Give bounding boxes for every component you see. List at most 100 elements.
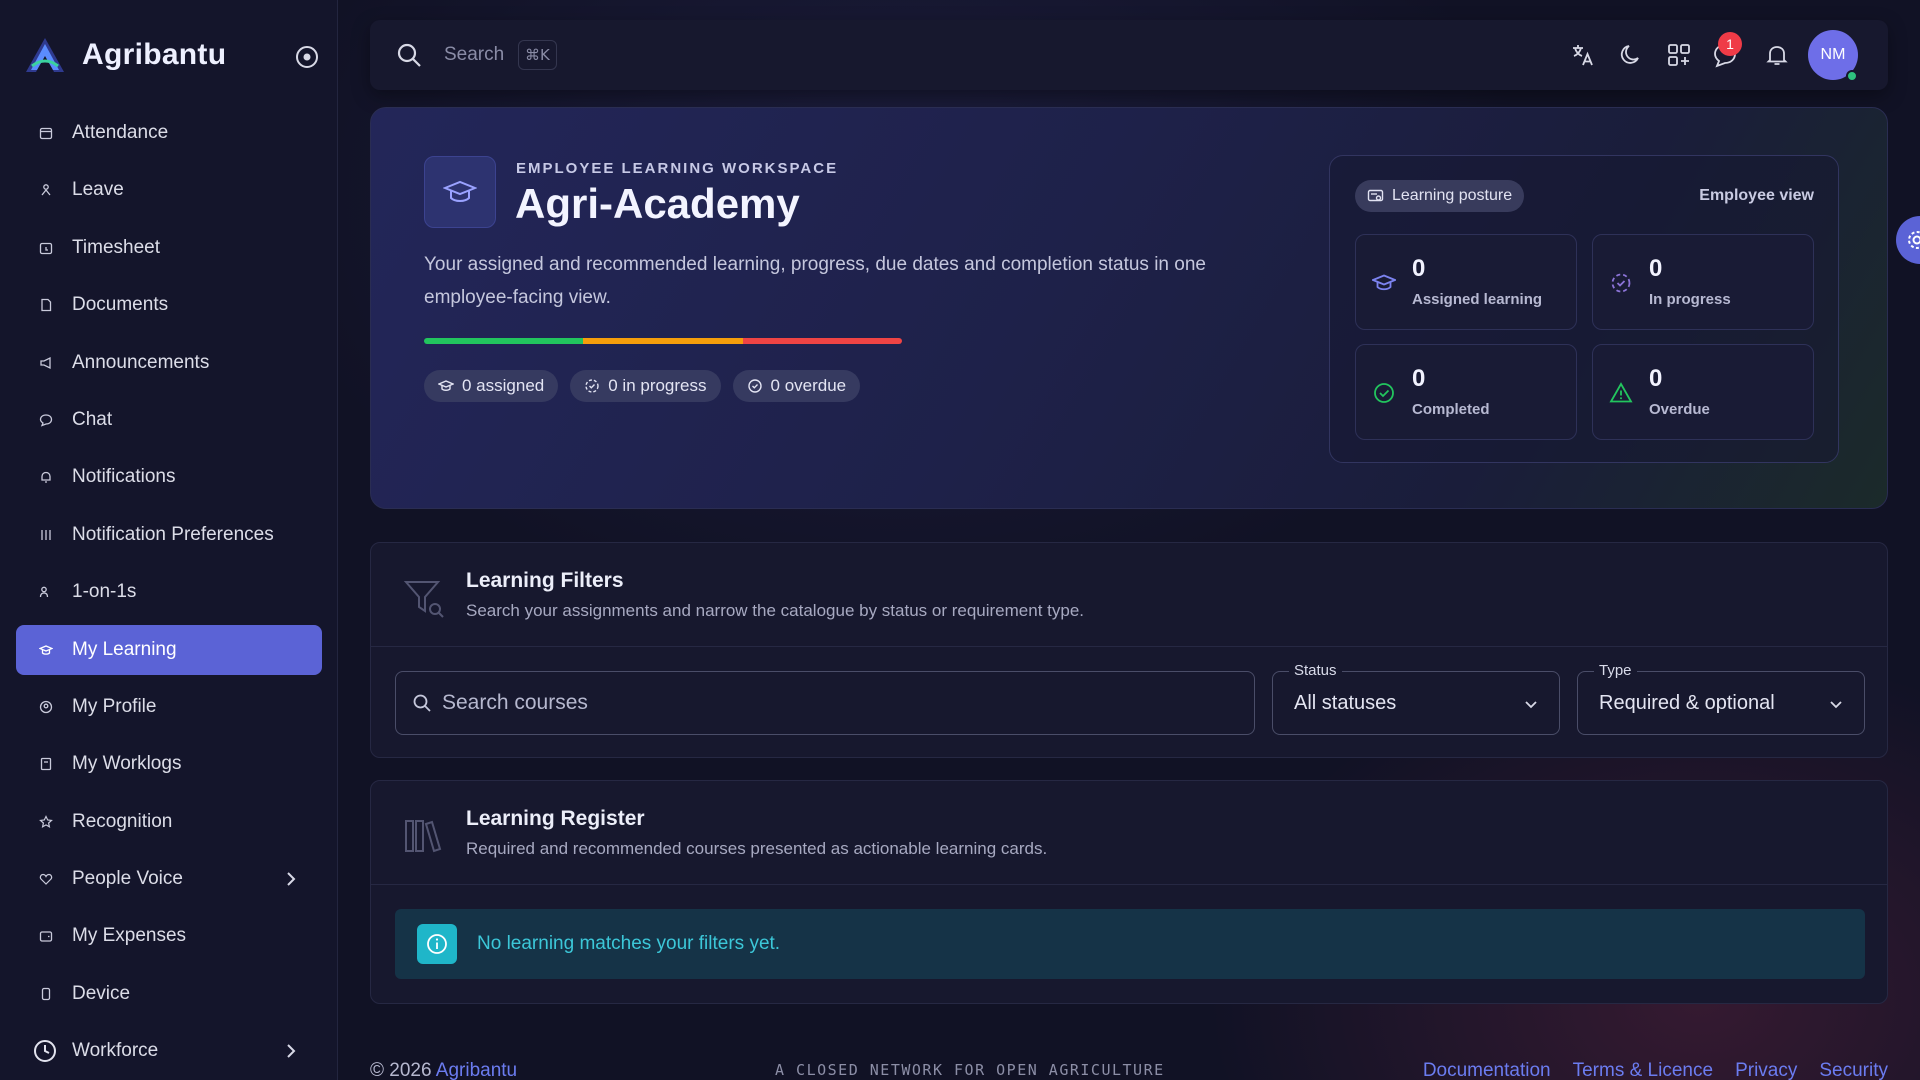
hero-eyebrow: EMPLOYEE LEARNING WORKSPACE [516, 160, 839, 177]
bell-icon[interactable] [1764, 42, 1790, 68]
sidebar-item-label: Leave [72, 179, 124, 201]
users-icon [38, 584, 54, 600]
employee-view-label: Employee view [1699, 187, 1814, 204]
page-title: Agri-Academy [515, 180, 800, 227]
learning-register-header: Learning Register Required and recommend… [371, 781, 1887, 885]
leave-icon [38, 182, 54, 198]
sidebar-item-my-worklogs[interactable]: My Worklogs [16, 739, 322, 789]
learning-posture-label: Learning posture [1392, 187, 1513, 204]
footer-link-security[interactable]: Security [1819, 1060, 1888, 1080]
status-select[interactable]: Status All statuses [1272, 662, 1560, 735]
sidebar-item-one-on-ones[interactable]: 1-on-1s [16, 567, 322, 617]
chevron-right-icon[interactable] [282, 870, 300, 888]
graduation-cap-icon [438, 380, 454, 392]
sidebar-toggle-icon[interactable] [294, 44, 320, 70]
in-progress-pill: 0 in progress [570, 370, 721, 402]
theme-toggle-icon[interactable] [1618, 42, 1644, 68]
footer-brand-link[interactable]: Agribantu [436, 1060, 517, 1080]
footer-links: Documentation Terms & Licence Privacy Se… [1423, 1060, 1888, 1080]
sidebar-item-label: Notification Preferences [72, 523, 274, 545]
search-icon[interactable] [396, 42, 422, 68]
footer-tagline: A CLOSED NETWORK FOR OPEN AGRICULTURE [775, 1061, 1165, 1079]
sidebar-item-documents[interactable]: Documents [16, 280, 322, 330]
filter-search-icon [403, 581, 444, 618]
gear-icon [1908, 231, 1920, 249]
sidebar-item-my-expenses[interactable]: My Expenses [16, 911, 322, 961]
sidebar-item-chat[interactable]: Chat [16, 395, 322, 445]
learning-filters-header: Learning Filters Search your assignments… [371, 543, 1887, 647]
brand[interactable]: Agribantu [24, 36, 226, 74]
sidebar-item-announcements[interactable]: Announcements [16, 338, 322, 388]
sidebar-item-recognition[interactable]: Recognition [16, 797, 322, 847]
bell-icon [38, 469, 54, 485]
stat-label: Assigned learning [1412, 291, 1543, 308]
sidebar-item-label: People Voice [72, 868, 183, 890]
settings-drawer-tab[interactable] [1896, 216, 1920, 264]
chevron-down-icon [1525, 701, 1537, 709]
stat-assigned-learning: 0 Assigned learning [1355, 234, 1577, 330]
hero-description: Your assigned and recommended learning, … [424, 254, 1206, 308]
sidebar-item-timesheet[interactable]: Timesheet [16, 223, 322, 273]
sidebar-nav: Attendance Leave Timesheet Documents Ann… [16, 108, 322, 1080]
footer-copyright-text: © 2026 [370, 1060, 432, 1080]
course-search-field[interactable] [395, 671, 1255, 735]
search-icon [413, 694, 431, 712]
stat-label: Overdue [1649, 401, 1710, 418]
sidebar-item-my-learning[interactable]: My Learning [16, 624, 322, 675]
stat-value: 0 [1412, 365, 1426, 392]
stat-value: 0 [1649, 365, 1663, 392]
sliders-icon [38, 527, 54, 543]
summary-pills: 0 assigned 0 in progress 0 overdue [424, 370, 861, 402]
chevron-down-icon [1830, 701, 1842, 709]
search-shortcut-hint: ⌘K [518, 40, 557, 70]
check-circle-icon [747, 379, 762, 393]
sidebar-item-my-profile[interactable]: My Profile [16, 682, 322, 732]
sidebar-item-label: Documents [72, 294, 169, 316]
sidebar-item-label: Workforce [72, 1040, 159, 1062]
type-select-value: Required & optional [1599, 692, 1775, 714]
sidebar-item-attendance[interactable]: Attendance [16, 108, 322, 158]
assigned-pill-label: 0 assigned [462, 376, 545, 395]
device-icon [38, 986, 54, 1002]
brand-logo-icon [26, 38, 64, 72]
sidebar-item-label: Attendance [72, 122, 169, 143]
sidebar-item-label: My Learning [72, 638, 177, 660]
overdue-pill-label: 0 overdue [770, 376, 847, 395]
footer-copyright: © 2026 Agribantu [370, 1060, 517, 1080]
sidebar-item-workforce[interactable]: Workforce [16, 1026, 322, 1076]
sidebar-item-label: Chat [72, 408, 113, 430]
footer-link-terms[interactable]: Terms & Licence [1573, 1060, 1713, 1080]
chevron-right-icon[interactable] [282, 1042, 300, 1060]
apps-grid-icon[interactable] [1666, 42, 1692, 68]
sidebar-item-label: My Expenses [72, 925, 187, 947]
calendar-icon [38, 125, 54, 141]
status-bar-segment-red [742, 338, 902, 344]
clock-icon [32, 1038, 58, 1064]
sidebar-item-device[interactable]: Device [16, 969, 322, 1019]
sidebar-item-label: My Worklogs [72, 753, 182, 775]
sidebar-item-notifications[interactable]: Notifications [16, 452, 322, 502]
type-select[interactable]: Type Required & optional [1577, 662, 1865, 735]
chat-icon [38, 412, 54, 428]
hero-icon-box [424, 156, 496, 228]
progress-icon [585, 379, 599, 393]
course-search-input[interactable] [442, 691, 1222, 715]
footer-link-documentation[interactable]: Documentation [1423, 1060, 1551, 1080]
global-search-trigger[interactable]: Search [444, 44, 504, 66]
sidebar-item-label: Announcements [72, 351, 210, 373]
stat-label: Completed [1412, 401, 1490, 418]
sidebar-item-label: 1-on-1s [72, 581, 137, 603]
sidebar-item-label: Notifications [72, 466, 176, 488]
messages-count-badge: 1 [1718, 32, 1742, 56]
sidebar-item-label: Recognition [72, 810, 173, 832]
sidebar-item-notification-preferences[interactable]: Notification Preferences [16, 510, 322, 560]
brand-name: Agribantu [82, 38, 227, 71]
certificate-icon [1367, 189, 1384, 201]
footer-link-privacy[interactable]: Privacy [1735, 1060, 1797, 1080]
sidebar-item-label: Device [72, 982, 131, 1004]
translate-icon[interactable] [1570, 42, 1596, 68]
in-progress-pill-label: 0 in progress [608, 376, 707, 395]
sidebar-item-people-voice[interactable]: People Voice [16, 854, 322, 904]
online-status-dot [1846, 70, 1858, 82]
sidebar-item-leave[interactable]: Leave [16, 165, 322, 215]
